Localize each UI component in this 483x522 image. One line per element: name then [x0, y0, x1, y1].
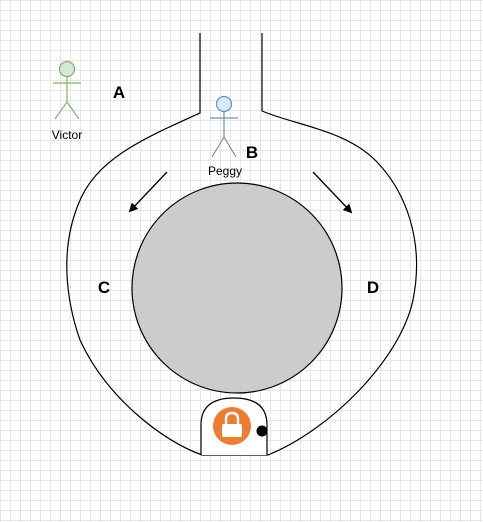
- label-d: D: [367, 278, 379, 297]
- label-a: A: [113, 83, 125, 102]
- victor-stick-figure-icon: [53, 60, 81, 120]
- padlock-icon: [213, 407, 251, 445]
- label-c: C: [98, 278, 110, 297]
- label-b: B: [246, 143, 258, 162]
- cave-diagram: Victor Peggy A B C D: [52, 33, 418, 456]
- door-knob: [256, 425, 268, 437]
- peggy-stick-figure-icon: [210, 95, 238, 158]
- victor-label: Victor: [52, 128, 82, 142]
- arrow-down-left-icon: [128, 171, 168, 213]
- central-rock: [131, 182, 343, 394]
- arrow-down-right-icon: [312, 171, 353, 214]
- peggy-label: Peggy: [208, 164, 242, 178]
